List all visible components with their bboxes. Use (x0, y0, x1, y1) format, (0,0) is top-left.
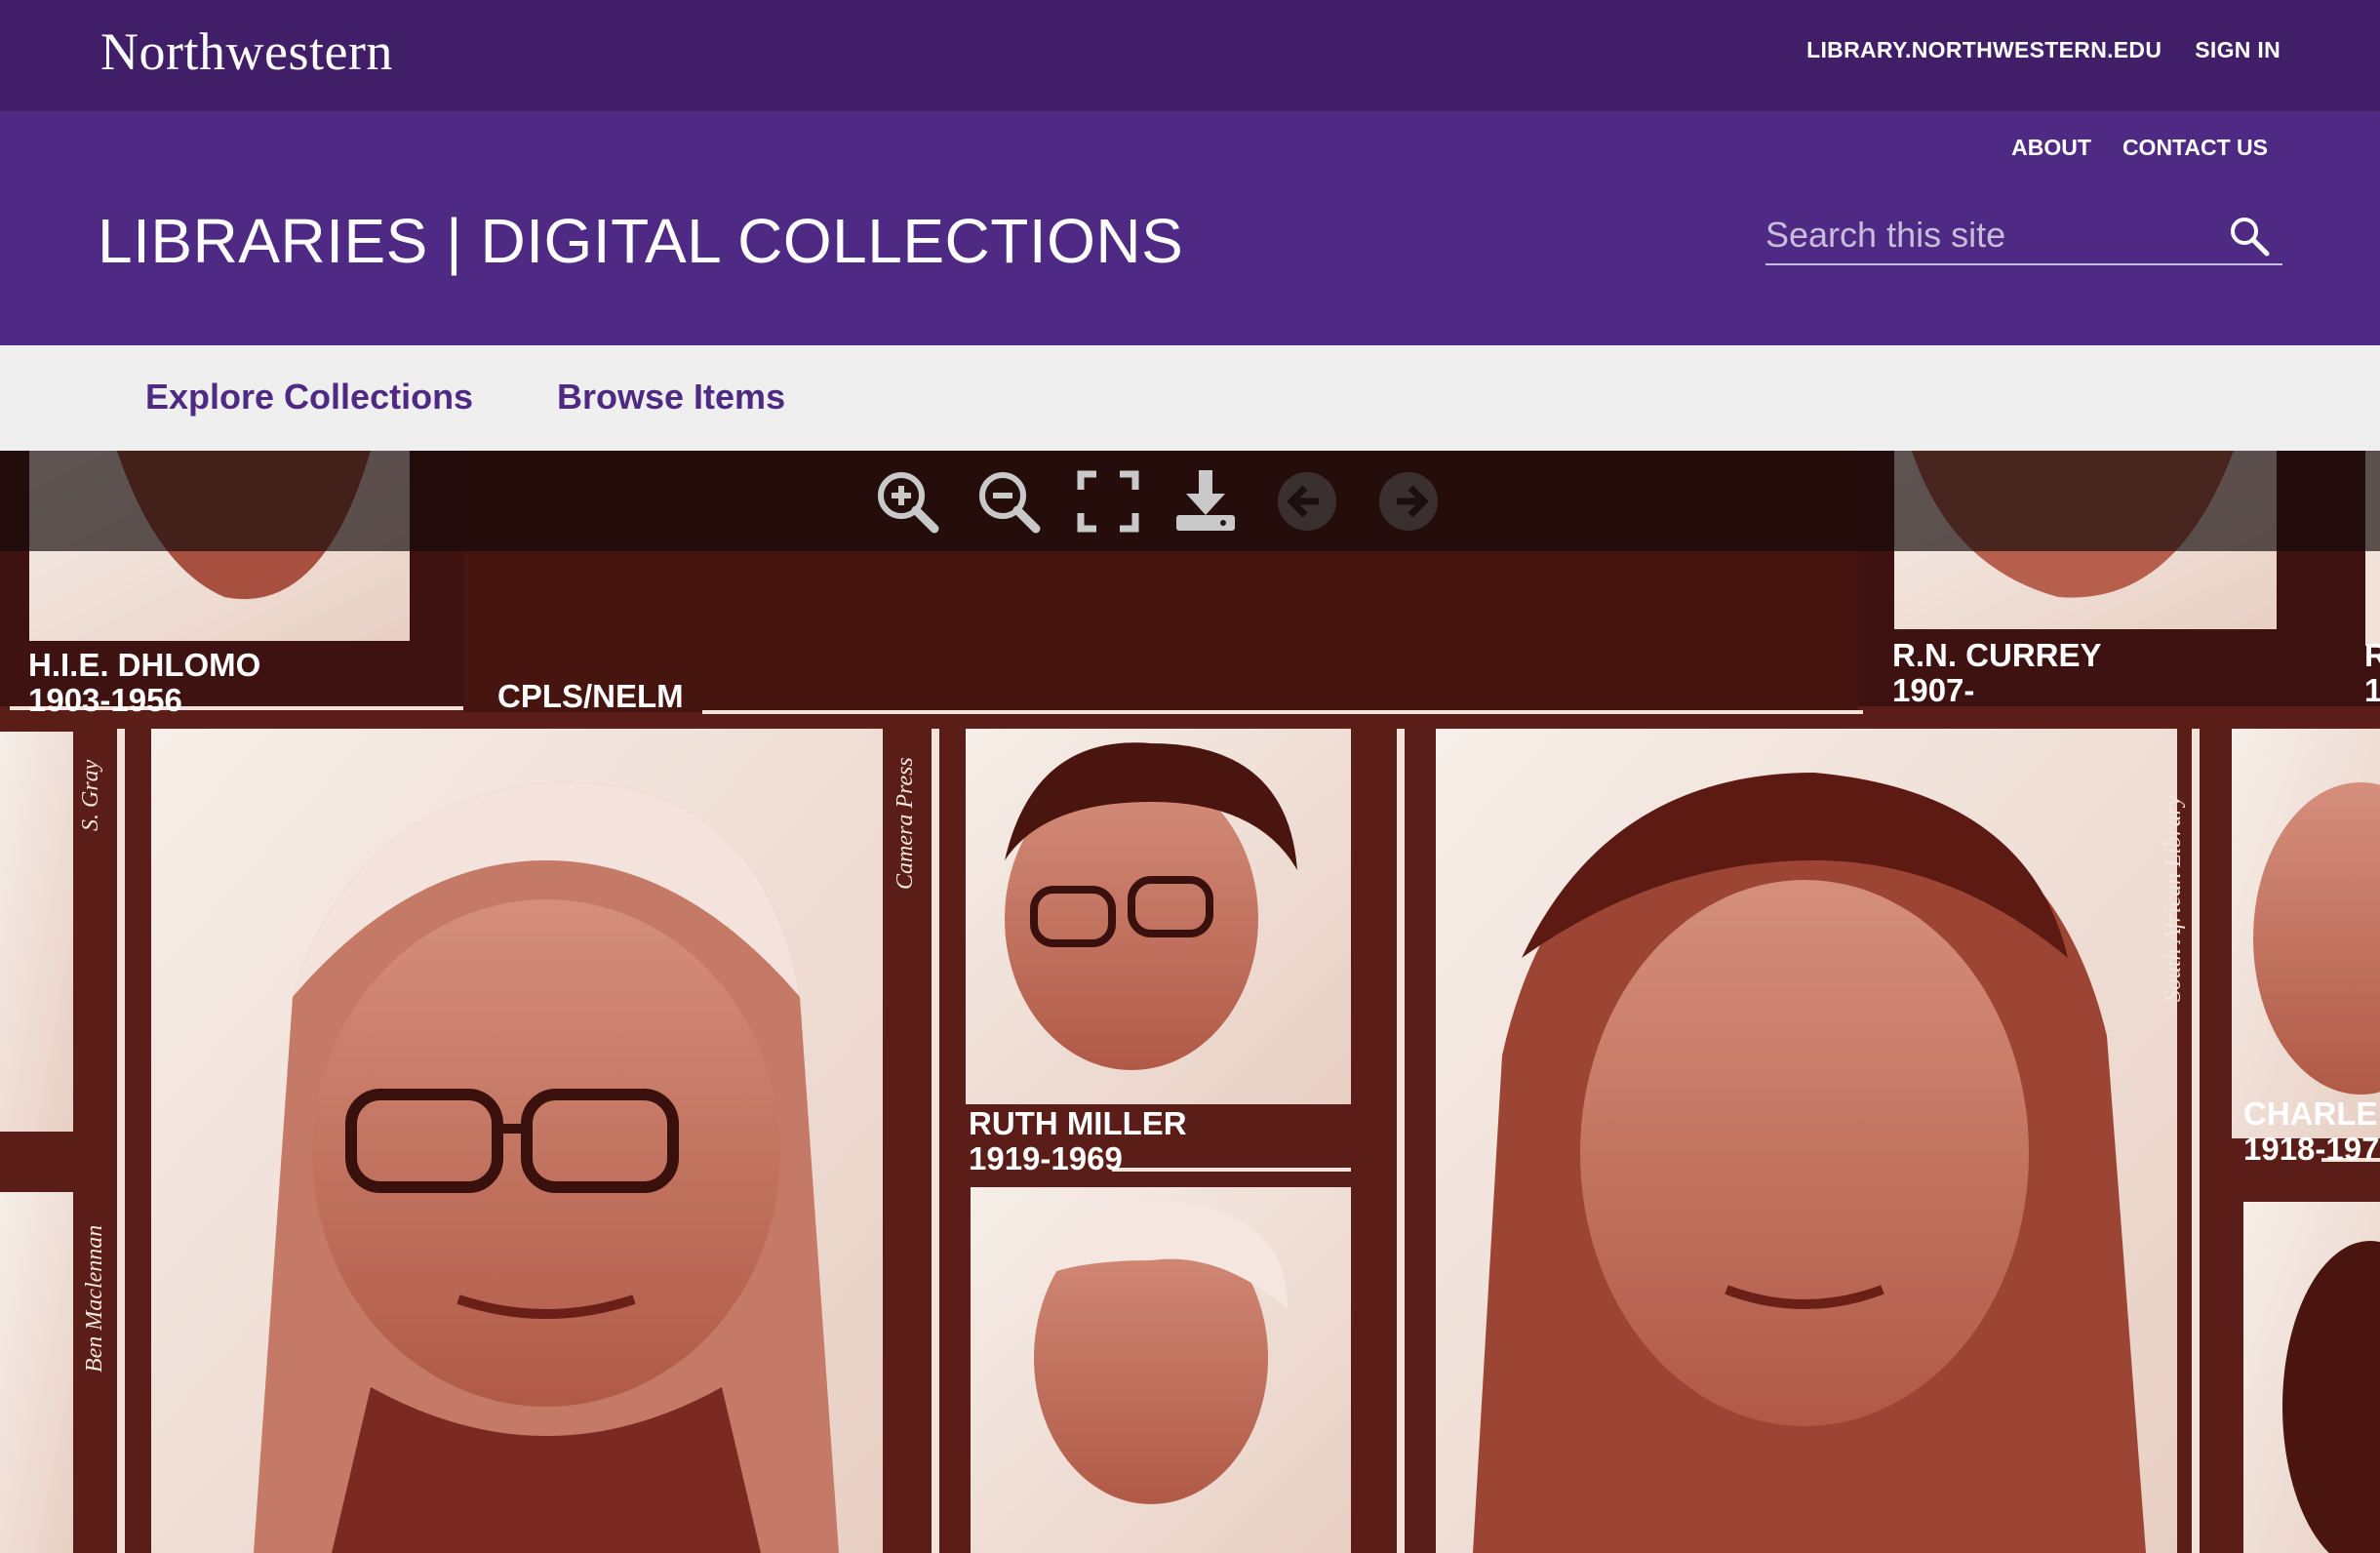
credit-gray: S. Gray (78, 759, 103, 831)
site-title[interactable]: LIBRARIES | DIGITAL COLLECTIONS (98, 205, 1183, 277)
search-box (1765, 209, 2282, 265)
global-topbar: Northwestern LIBRARY.NORTHWESTERN.EDU SI… (0, 0, 2380, 111)
label-dhlomo-years: 1903-1956 (28, 682, 182, 718)
sign-in-link[interactable]: SIGN IN (2195, 37, 2281, 63)
previous-icon[interactable] (1274, 468, 1340, 535)
header-links: ABOUT CONTACT US (2011, 135, 2268, 161)
zoom-in-icon[interactable] (874, 468, 940, 535)
label-currey-years: 1907- (1892, 672, 1975, 708)
label-edge-r: R (2364, 637, 2380, 673)
nav-explore-collections[interactable]: Explore Collections (145, 377, 473, 418)
viewer-toolbar (0, 451, 2380, 551)
label-ruth-name: RUTH MILLER (969, 1105, 1187, 1141)
label-charle-years: 1918-197 (2243, 1131, 2380, 1167)
main-nav: Explore Collections Browse Items (0, 345, 2380, 451)
credit-maclennan: Ben Maclennan (82, 1224, 107, 1373)
zoom-out-icon[interactable] (975, 468, 1042, 535)
search-input[interactable] (1765, 209, 2195, 261)
credit-south-african-library: South African Library (2161, 795, 2186, 1002)
image-viewer[interactable]: H.I.E. DHLOMO 1903-1956 CPLS/NELM R.N. C… (0, 451, 2380, 1553)
label-currey-name: R.N. CURREY (1892, 637, 2102, 673)
nav-browse-items[interactable]: Browse Items (557, 377, 785, 418)
fullscreen-icon[interactable] (1075, 468, 1141, 535)
northwestern-logo[interactable]: Northwestern (100, 21, 393, 82)
site-header: ABOUT CONTACT US LIBRARIES | DIGITAL COL… (0, 111, 2380, 345)
label-dhlomo-name: H.I.E. DHLOMO (28, 647, 261, 683)
credit-camera: Camera Press (892, 757, 918, 890)
next-icon[interactable] (1375, 468, 1442, 535)
contact-link[interactable]: CONTACT US (2122, 135, 2268, 161)
label-charle-name: CHARLE (2243, 1095, 2378, 1132)
label-edge-1: 1 (2364, 672, 2380, 708)
download-icon[interactable] (1172, 468, 1239, 535)
about-link[interactable]: ABOUT (2011, 135, 2091, 161)
collage-image (0, 451, 2380, 1553)
search-icon[interactable] (2228, 215, 2271, 258)
label-cpls: CPLS/NELM (497, 678, 684, 714)
top-links: LIBRARY.NORTHWESTERN.EDU SIGN IN (1806, 37, 2281, 63)
library-link[interactable]: LIBRARY.NORTHWESTERN.EDU (1806, 37, 2162, 63)
label-ruth-years: 1919-1969 (969, 1140, 1123, 1176)
